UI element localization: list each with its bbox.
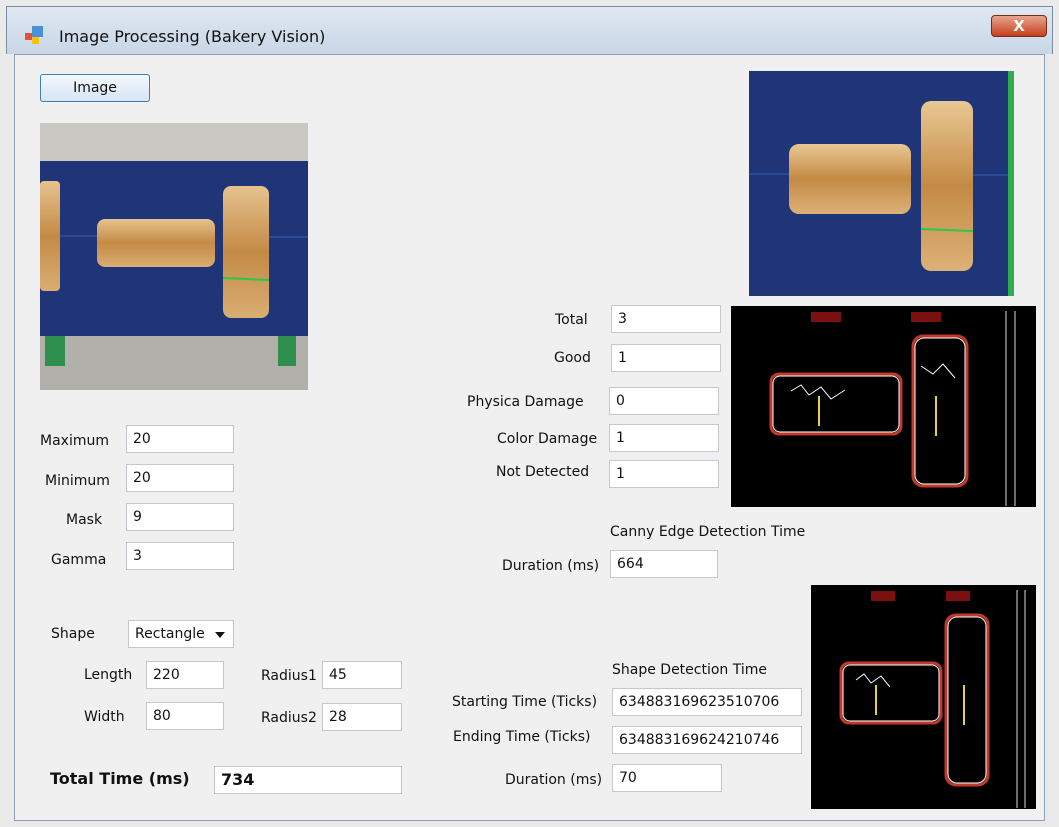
title-bar: Image Processing (Bakery Vision) X bbox=[6, 6, 1053, 54]
radius2-label: Radius2 bbox=[261, 710, 317, 726]
minimum-label: Minimum bbox=[45, 473, 110, 489]
window-title: Image Processing (Bakery Vision) bbox=[59, 27, 326, 46]
close-icon: X bbox=[1013, 17, 1025, 35]
mask-input[interactable]: 9 bbox=[126, 503, 234, 531]
length-input[interactable]: 220 bbox=[146, 661, 224, 689]
app-icon bbox=[25, 26, 43, 44]
mask-label: Mask bbox=[66, 512, 103, 528]
app-window: Image Processing (Bakery Vision) X Image bbox=[0, 0, 1059, 827]
not-detected-input[interactable]: 1 bbox=[609, 460, 719, 488]
shape-label: Shape bbox=[51, 626, 95, 642]
shape-duration-label: Duration (ms) bbox=[505, 772, 603, 788]
radius1-label: Radius1 bbox=[261, 668, 317, 684]
end-ticks-label: Ending Time (Ticks) bbox=[453, 729, 591, 745]
gamma-input[interactable]: 3 bbox=[126, 542, 234, 570]
total-time-value[interactable]: 734 bbox=[214, 766, 402, 794]
shape-select[interactable]: Rectangle bbox=[128, 620, 234, 648]
canny-heading: Canny Edge Detection Time bbox=[610, 524, 806, 540]
shape-select-value: Rectangle bbox=[135, 626, 205, 642]
color-damage-label: Color Damage bbox=[497, 431, 598, 447]
canny-duration-input[interactable]: 664 bbox=[610, 550, 718, 578]
source-image bbox=[40, 123, 308, 390]
shape-duration-input[interactable]: 70 bbox=[612, 764, 722, 792]
width-input[interactable]: 80 bbox=[146, 702, 224, 730]
physical-damage-input[interactable]: 0 bbox=[609, 387, 719, 415]
start-ticks-label: Starting Time (Ticks) bbox=[452, 694, 598, 710]
end-ticks-input[interactable]: 634883169624210746 bbox=[612, 726, 802, 754]
total-input[interactable]: 3 bbox=[611, 305, 721, 333]
radius2-input[interactable]: 28 bbox=[322, 703, 402, 731]
total-time-label: Total Time (ms) bbox=[50, 769, 190, 788]
maximum-input[interactable]: 20 bbox=[126, 425, 234, 453]
good-label: Good bbox=[554, 350, 591, 366]
close-button[interactable]: X bbox=[991, 15, 1047, 37]
color-damage-input[interactable]: 1 bbox=[609, 424, 719, 452]
total-label: Total bbox=[555, 312, 588, 328]
shape-detection-image bbox=[811, 585, 1036, 809]
width-label: Width bbox=[84, 709, 125, 725]
gamma-label: Gamma bbox=[51, 552, 107, 568]
not-detected-label: Not Detected bbox=[496, 464, 590, 480]
processed-image bbox=[749, 71, 1014, 296]
length-label: Length bbox=[84, 667, 133, 683]
image-button[interactable]: Image bbox=[40, 74, 150, 102]
canny-edge-image bbox=[731, 306, 1036, 507]
start-ticks-input[interactable]: 634883169623510706 bbox=[612, 688, 802, 716]
radius1-input[interactable]: 45 bbox=[322, 661, 402, 689]
chevron-down-icon bbox=[215, 632, 225, 638]
shape-detection-heading: Shape Detection Time bbox=[612, 662, 768, 678]
canny-duration-label: Duration (ms) bbox=[502, 558, 600, 574]
good-input[interactable]: 1 bbox=[611, 344, 721, 372]
minimum-input[interactable]: 20 bbox=[126, 464, 234, 492]
physical-damage-label: Physica Damage bbox=[467, 394, 584, 410]
maximum-label: Maximum bbox=[40, 433, 109, 449]
